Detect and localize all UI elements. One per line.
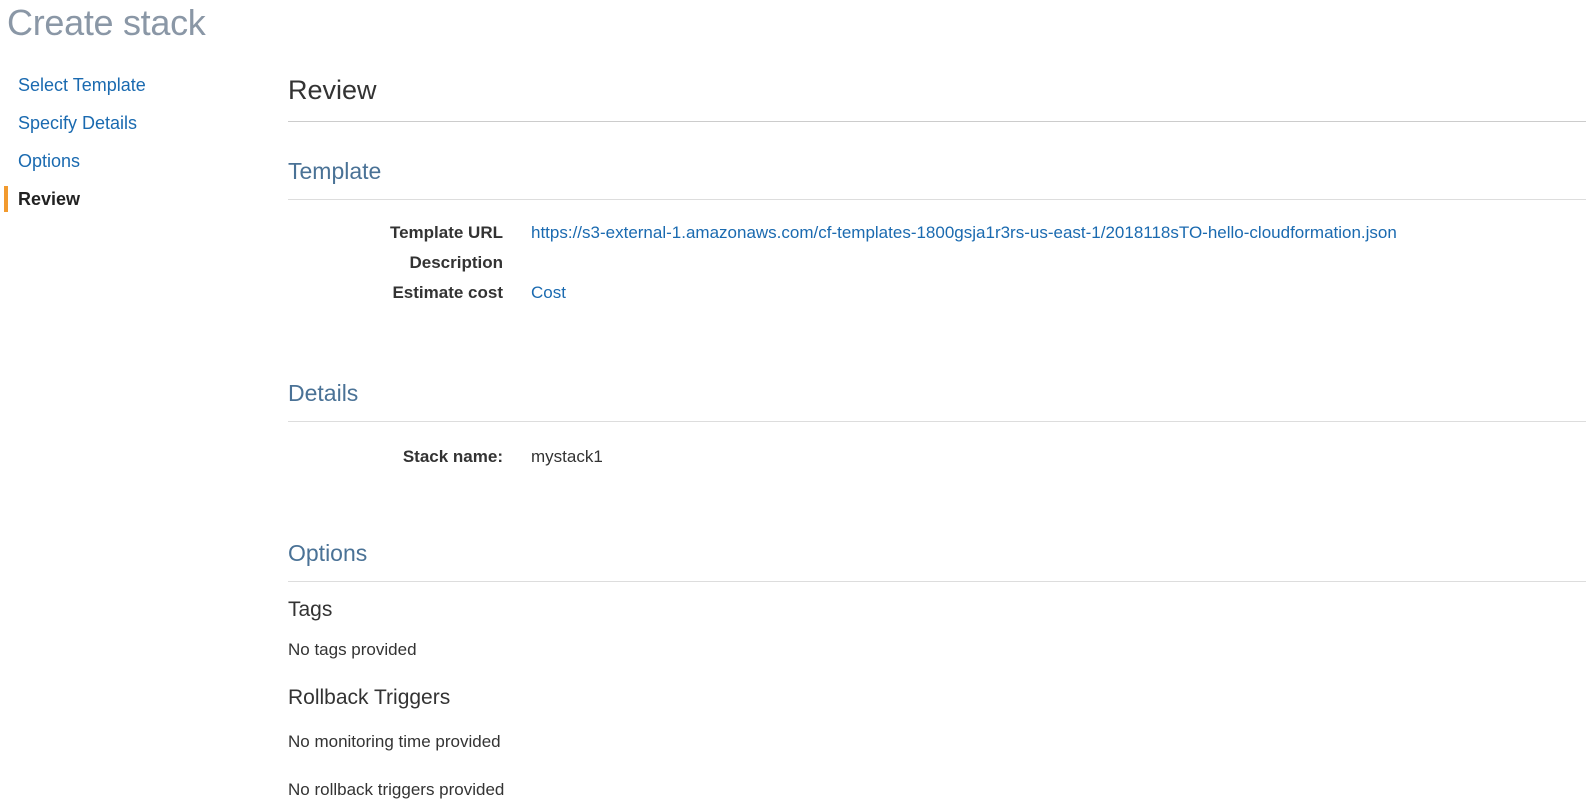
wizard-step-options[interactable]: Options xyxy=(0,146,240,184)
description-row: Description xyxy=(288,250,1586,280)
stack-name-row: Stack name: mystack1 xyxy=(288,444,1586,474)
tags-heading: Tags xyxy=(288,598,333,621)
template-section-title: Template xyxy=(288,152,1586,200)
details-section: Details Stack name: mystack1 xyxy=(288,374,1586,474)
template-url-label: Template URL xyxy=(389,223,503,242)
wizard-nav: Select Template Specify Details Options … xyxy=(0,70,240,222)
options-section-title: Options xyxy=(288,534,1586,582)
wizard-step-specify-details[interactable]: Specify Details xyxy=(0,108,240,146)
description-label: Description xyxy=(409,253,503,272)
rollback-triggers-empty-text: No rollback triggers provided xyxy=(288,780,505,799)
monitoring-time-empty-text: No monitoring time provided xyxy=(288,732,501,751)
estimate-cost-label: Estimate cost xyxy=(392,283,503,302)
review-panel: Review Template Template URL https://s3-… xyxy=(288,70,1586,801)
page-title: Create stack xyxy=(7,2,206,43)
template-url-row: Template URL https://s3-external-1.amazo… xyxy=(288,220,1586,250)
tags-empty-text: No tags provided xyxy=(288,640,417,659)
details-list: Stack name: mystack1 xyxy=(288,422,1586,474)
estimate-cost-link[interactable]: Cost xyxy=(531,280,566,310)
create-stack-page: Create stack Select Template Specify Det… xyxy=(0,0,1586,801)
details-section-title: Details xyxy=(288,374,1586,422)
stack-name-label: Stack name: xyxy=(402,447,503,466)
wizard-step-select-template[interactable]: Select Template xyxy=(0,70,240,108)
template-url-link[interactable]: https://s3-external-1.amazonaws.com/cf-t… xyxy=(531,220,1397,250)
estimate-cost-row: Estimate cost Cost xyxy=(288,280,1586,310)
rollback-triggers-heading: Rollback Triggers xyxy=(288,686,451,709)
options-section: Options Tags No tags provided Rollback T… xyxy=(288,534,1586,801)
template-section: Template Template URL https://s3-externa… xyxy=(288,152,1586,310)
wizard-step-review: Review xyxy=(0,184,240,222)
template-details: Template URL https://s3-external-1.amazo… xyxy=(288,200,1586,310)
review-title: Review xyxy=(288,70,1586,122)
stack-name-value: mystack1 xyxy=(531,447,603,466)
